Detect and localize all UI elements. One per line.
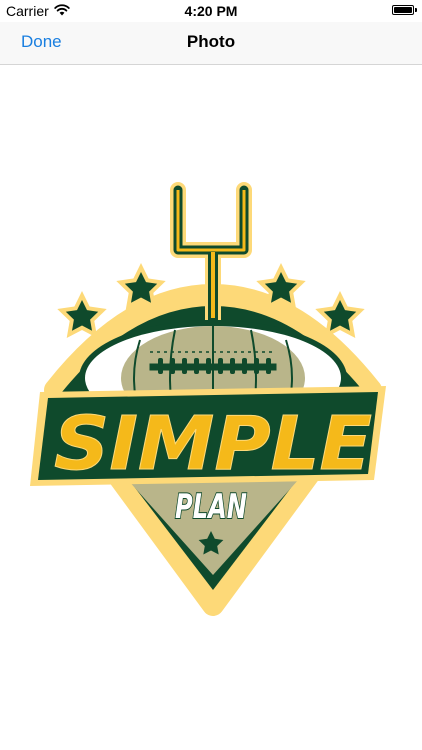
photo-view[interactable]: SIMPLE PLAN [0,66,422,750]
status-time: 4:20 PM [184,3,238,19]
battery-cap [415,8,417,12]
battery-fill [394,7,412,13]
logo-subword: PLAN [175,487,247,527]
screen: Carrier 4:20 PM Done Photo SIMPLE PLAN [0,0,422,750]
nav-title: Photo [186,32,236,51]
battery-icon [392,5,414,15]
nav-bar: Done Photo [0,22,422,65]
logo-word: SIMPLE [54,401,372,487]
status-bar: Carrier 4:20 PM [0,0,422,22]
logo-word-banner: SIMPLE [30,386,386,488]
simple-plan-logo: SIMPLE PLAN [30,182,386,616]
